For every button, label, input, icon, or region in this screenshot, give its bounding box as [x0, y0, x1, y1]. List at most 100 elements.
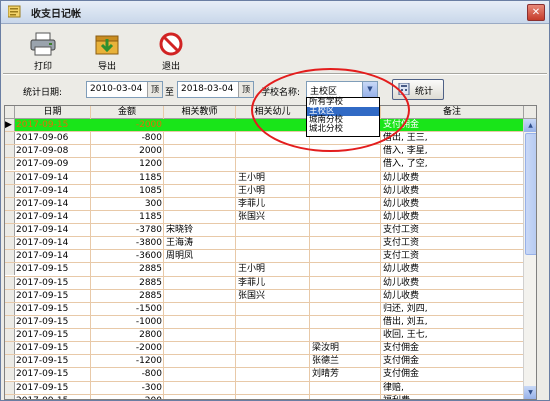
row-header-cell[interactable]	[5, 315, 15, 328]
table-row[interactable]: 2017-09-15 -800 刘晴芳 支付佣金	[5, 368, 536, 382]
end-date-field[interactable]: 2018-03-04 顶	[177, 81, 254, 98]
table-row[interactable]: 2017-09-15 -1500 归还, 刘四,	[5, 302, 536, 316]
table-cell: 周明凤	[166, 251, 194, 262]
row-header-cell[interactable]	[5, 158, 15, 171]
table-row[interactable]: 2017-09-15 2800 收回, 王七,	[5, 329, 536, 343]
scroll-thumb[interactable]	[525, 133, 536, 255]
table-cell	[164, 198, 235, 210]
table-cell	[164, 329, 235, 341]
scroll-up-icon[interactable]: ▲	[524, 119, 536, 132]
table-row[interactable]: 2017-09-14 -3780 宋晓铃 支付工资	[5, 224, 536, 238]
row-header-cell[interactable]	[5, 381, 15, 394]
table-cell	[310, 172, 380, 184]
print-button[interactable]: 打印	[23, 32, 63, 72]
table-cell: 幼儿收费	[383, 264, 420, 275]
table-cell: 300	[144, 198, 162, 209]
row-header-cell[interactable]	[5, 250, 15, 263]
table-row[interactable]: 2017-09-15 -1200 张德兰 支付佣金	[5, 355, 536, 369]
table-cell: 2800	[139, 330, 162, 340]
app-icon	[8, 5, 21, 18]
export-button[interactable]: 导出	[87, 32, 127, 72]
table-cell	[164, 172, 235, 184]
row-header-cell[interactable]	[5, 210, 15, 223]
table-row[interactable]: 2017-09-09 1200 借入, 了空,	[5, 158, 536, 172]
table-row[interactable]: 2017-09-14 1185 王小明 幼儿收费	[5, 171, 536, 185]
table-cell: 张德兰	[312, 356, 340, 367]
row-header-cell[interactable]	[5, 342, 15, 355]
column-header[interactable]: 金额	[91, 106, 164, 118]
annotation-circle	[251, 68, 410, 152]
table-cell: 律赔,	[383, 382, 404, 393]
start-date-picker-button[interactable]: 顶	[147, 82, 162, 97]
row-header-cell[interactable]	[5, 394, 15, 399]
close-button[interactable]: ✕	[527, 4, 545, 21]
table-cell: 2017-09-14	[16, 251, 69, 262]
table-row[interactable]: 2017-09-15 -300 律赔,	[5, 381, 536, 395]
table-cell: 宋晓铃	[166, 225, 194, 235]
table-cell	[310, 185, 380, 197]
table-cell: 2000	[139, 146, 162, 157]
row-header-cell[interactable]	[5, 237, 15, 250]
table-row[interactable]: 2017-09-14 -3800 王海涛 支付工资	[5, 237, 536, 251]
toolbar-divider	[3, 73, 547, 75]
table-cell	[236, 316, 310, 328]
row-header-cell[interactable]	[5, 263, 15, 276]
end-date-picker-button[interactable]: 顶	[238, 82, 253, 97]
table-cell: 幼儿收费	[383, 185, 420, 196]
row-header-cell[interactable]	[5, 197, 15, 210]
table-cell: -1200	[135, 356, 162, 367]
table-cell: 2017-09-14	[16, 225, 69, 235]
table-cell	[310, 382, 380, 394]
row-header-cell[interactable]	[5, 171, 15, 184]
table-cell	[310, 303, 380, 315]
table-cell: 2885	[139, 290, 162, 301]
table-cell: 收回, 王七,	[383, 330, 428, 340]
table-cell: 2017-09-15	[16, 303, 69, 314]
vertical-scrollbar[interactable]: ▲ ▼	[523, 119, 536, 399]
table-cell	[164, 211, 235, 223]
table-cell	[310, 263, 380, 275]
table-row[interactable]: 2017-09-15 2885 张国兴 幼儿收费	[5, 289, 536, 303]
table-row[interactable]: 2017-09-15 2885 王小明 幼儿收费	[5, 263, 536, 277]
scroll-down-icon[interactable]: ▼	[524, 386, 536, 399]
row-header-cell[interactable]	[5, 355, 15, 368]
row-header-cell[interactable]	[5, 276, 15, 289]
table-row[interactable]: 2017-09-14 1085 王小明 幼儿收费	[5, 184, 536, 198]
table-row[interactable]: 2017-09-08 2000 借入, 李星,	[5, 145, 536, 159]
table-row[interactable]: 2017-09-15 -2000 梁汝明 支付佣金	[5, 342, 536, 356]
exit-button[interactable]: 退出	[151, 32, 191, 72]
row-header-cell[interactable]	[5, 224, 15, 236]
row-header-cell[interactable]	[5, 132, 15, 145]
table-cell	[236, 250, 310, 262]
table-cell	[310, 329, 380, 341]
table-row[interactable]: 2017-09-15 -1000 借出, 刘五,	[5, 315, 536, 329]
table-cell: 梁汝明	[312, 343, 340, 354]
table-cell: 王小明	[238, 185, 266, 196]
table-row[interactable]: 2017-09-14 1185 张国兴 幼儿收费	[5, 210, 536, 224]
table-cell	[164, 263, 235, 275]
table-row[interactable]: 2017-09-14 -3600 周明凤 支付工资	[5, 250, 536, 264]
table-cell: -1500	[135, 303, 162, 314]
table-row[interactable]: 2017-09-14 300 李菲儿 幼儿收费	[5, 197, 536, 211]
table-cell: 李菲儿	[238, 198, 266, 209]
row-header-cell[interactable]	[5, 289, 15, 302]
table-cell: 2017-09-15	[16, 290, 69, 301]
table-row[interactable]: 2017-09-15 2885 李菲儿 幼儿收费	[5, 276, 536, 290]
table-cell: 幼儿收费	[383, 211, 420, 222]
table-cell	[310, 237, 380, 249]
row-header-cell[interactable]	[5, 368, 15, 381]
column-header[interactable]: 日期	[15, 106, 91, 118]
row-pointer-icon[interactable]: ▶	[5, 119, 15, 131]
row-header-cell[interactable]	[5, 145, 15, 158]
table-row[interactable]: 2017-09-15-200 福利费,	[5, 394, 536, 399]
table-cell: 2017-09-15	[16, 277, 69, 288]
table-cell	[236, 368, 310, 380]
row-header-cell[interactable]	[5, 302, 15, 315]
row-header-cell[interactable]	[5, 184, 15, 197]
column-header[interactable]: 相关教师	[164, 106, 236, 118]
table-cell: 2017-09-15	[16, 369, 69, 380]
row-header-cell[interactable]	[5, 329, 15, 341]
start-date-field[interactable]: 2010-03-04 顶	[86, 81, 163, 98]
table-cell	[236, 237, 310, 249]
table-cell	[164, 290, 235, 302]
